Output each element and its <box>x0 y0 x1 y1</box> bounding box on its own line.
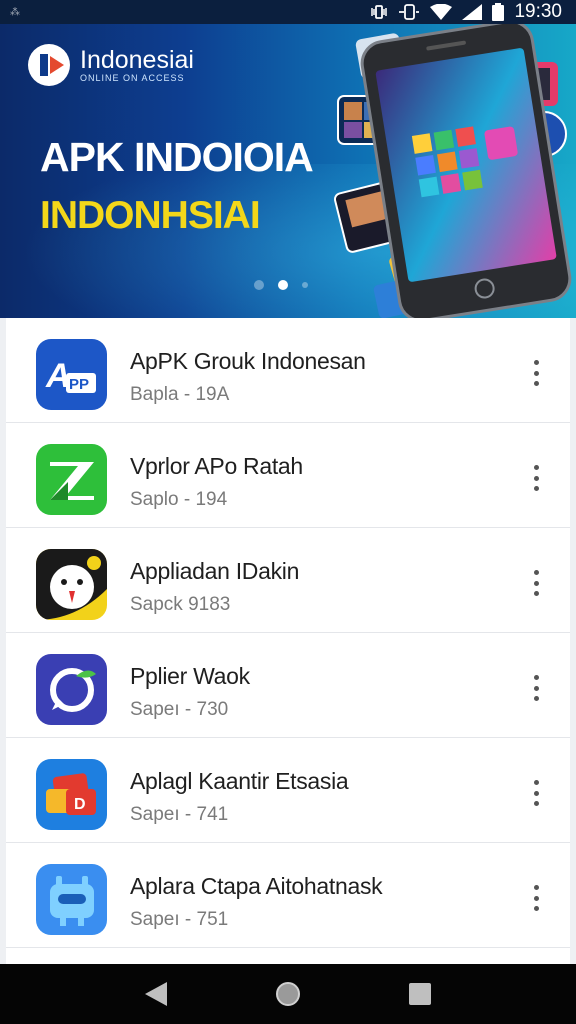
list-item[interactable]: Appliadan IDakin Sapck 9183 <box>6 528 570 633</box>
recents-icon[interactable] <box>398 972 442 1016</box>
signal-icon <box>462 4 483 20</box>
app-title: Aplara Ctapa Aitohatnask <box>130 873 383 899</box>
battery-icon <box>492 3 505 21</box>
app-owl-face-icon <box>36 549 107 620</box>
app-subtitle: Bapla - 19A <box>130 384 230 405</box>
app-title: Pplier Waok <box>130 663 250 689</box>
app-subtitle: Sapeı - 751 <box>130 909 229 930</box>
back-icon[interactable] <box>134 972 178 1016</box>
list-item[interactable]: D Aplagl Kaantir Etsasia Sapeı - 741 <box>6 738 570 843</box>
more-options-icon[interactable] <box>524 881 548 915</box>
list-item[interactable]: A PP ApPK Grouk Indonesan Bapla - 19A <box>6 318 570 423</box>
vibrate-icon <box>371 5 388 19</box>
brand: Indonesiai ONLINE ON ACCESS <box>28 44 194 86</box>
app-green-z-icon <box>36 444 107 515</box>
more-options-icon[interactable] <box>524 356 548 390</box>
carousel-dot[interactable] <box>254 280 264 290</box>
more-options-icon[interactable] <box>524 671 548 705</box>
system-nav-bar <box>0 964 576 1024</box>
list-item[interactable]: Vprlor APo Ratah Saplo - 194 <box>6 423 570 528</box>
banner-subline: INDONHSIAI <box>40 194 261 237</box>
more-options-icon[interactable] <box>524 461 548 495</box>
svg-text:D: D <box>74 796 86 813</box>
home-icon[interactable] <box>266 972 310 1016</box>
app-subtitle: Sapeı - 730 <box>130 699 229 720</box>
carousel-indicator[interactable] <box>254 280 308 290</box>
list-item[interactable]: Pplier Waok Sapeı - 730 <box>6 633 570 738</box>
phone-illustration <box>333 24 572 318</box>
carousel-dot-active[interactable] <box>278 280 288 290</box>
app-title: ApPK Grouk Indonesan <box>130 348 366 374</box>
list-item[interactable]: Aplara Ctapa Aitohatnask Sapeı - 751 <box>6 843 570 948</box>
app-subtitle: Sapeı - 741 <box>130 804 229 825</box>
app-list: A PP ApPK Grouk Indonesan Bapla - 19A Vpr… <box>6 318 570 964</box>
banner-headline: APK INDOIOIA <box>40 134 314 180</box>
battery-saver-icon <box>399 4 420 20</box>
brand-name: Indonesiai <box>80 46 194 74</box>
app-chat-bubble-icon <box>36 654 107 725</box>
app-subtitle: Sapck 9183 <box>130 594 231 615</box>
status-bar: ⁂ 19:30 <box>0 0 576 24</box>
app-title: Aplagl Kaantir Etsasia <box>130 768 349 794</box>
app-title: Vprlor APo Ratah <box>130 453 303 479</box>
brand-logo-icon <box>28 44 70 86</box>
svg-text:PP: PP <box>69 376 89 393</box>
more-options-icon[interactable] <box>524 776 548 810</box>
app-robot-icon <box>36 864 107 935</box>
status-icons: 19:30 <box>370 1 562 23</box>
more-options-icon[interactable] <box>524 566 548 600</box>
app-subtitle: Saplo - 194 <box>130 489 228 510</box>
app-title: Appliadan IDakin <box>130 558 300 584</box>
app-cards-icon: D <box>36 759 107 830</box>
brand-tagline: ONLINE ON ACCESS <box>80 73 185 83</box>
status-time: 19:30 <box>514 1 562 22</box>
status-notification-icon: ⁂ <box>10 6 20 18</box>
carousel-dot[interactable] <box>302 282 308 288</box>
wifi-icon <box>430 4 453 20</box>
app-pp-icon: A PP <box>36 339 107 410</box>
promo-banner[interactable]: Indonesiai ONLINE ON ACCESS APK INDOIOIA… <box>0 24 576 318</box>
